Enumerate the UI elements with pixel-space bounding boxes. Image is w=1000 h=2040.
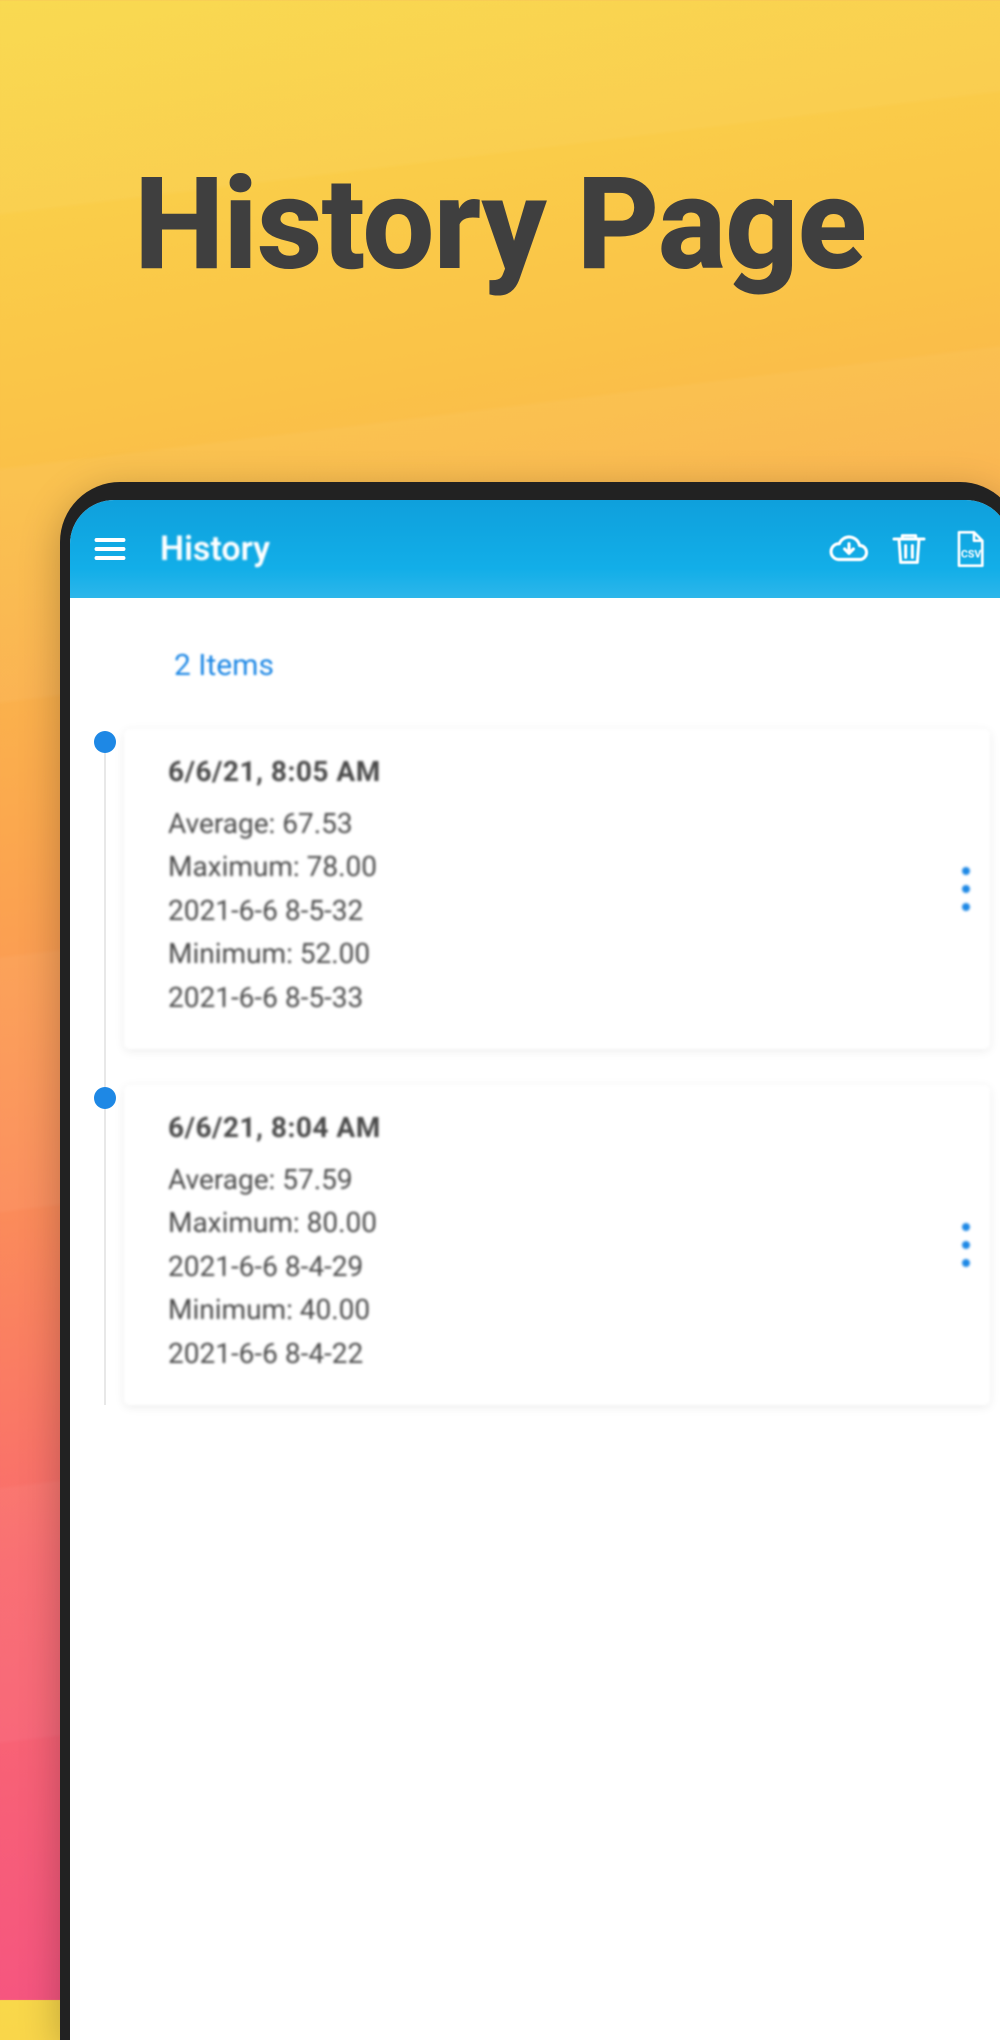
entry-line: Maximum: 78.00 [168, 845, 920, 888]
entry-line: 2021-6-6 8-4-29 [168, 1245, 920, 1288]
timeline-line [104, 747, 106, 1405]
history-timeline: 6/6/21, 8:05 AM Average: 67.53 Maximum: … [90, 729, 990, 1405]
content-area: 2 Items 6/6/21, 8:05 AM Average: 67.53 M… [70, 598, 1000, 1405]
entry-line: Average: 57.59 [168, 1158, 920, 1201]
svg-text:CSV: CSV [961, 547, 981, 560]
more-options-icon[interactable] [962, 867, 970, 911]
csv-export-icon[interactable]: CSV [946, 526, 992, 572]
entry-line: 2021-6-6 8-5-32 [168, 889, 920, 932]
phone-frame: History CSV [60, 482, 1000, 2040]
phone-screen: History CSV [70, 500, 1000, 2040]
entry-timestamp: 6/6/21, 8:05 AM [168, 755, 920, 788]
history-card[interactable]: 6/6/21, 8:04 AM Average: 57.59 Maximum: … [124, 1085, 990, 1405]
more-options-icon[interactable] [962, 1223, 970, 1267]
promo-title: History Page [0, 150, 1000, 300]
timeline-dot [94, 1087, 116, 1109]
history-card[interactable]: 6/6/21, 8:05 AM Average: 67.53 Maximum: … [124, 729, 990, 1049]
entry-timestamp: 6/6/21, 8:04 AM [168, 1111, 920, 1144]
appbar: History CSV [70, 500, 1000, 598]
entry-line: Average: 67.53 [168, 802, 920, 845]
entry-line: 2021-6-6 8-5-33 [168, 976, 920, 1019]
entry-line: Minimum: 52.00 [168, 932, 920, 975]
cloud-download-icon[interactable] [826, 526, 872, 572]
menu-icon[interactable] [88, 527, 132, 571]
timeline-dot [94, 731, 116, 753]
entry-line: Minimum: 40.00 [168, 1288, 920, 1331]
trash-icon[interactable] [886, 526, 932, 572]
appbar-title: History [160, 529, 826, 569]
entry-line: Maximum: 80.00 [168, 1201, 920, 1244]
history-entry: 6/6/21, 8:04 AM Average: 57.59 Maximum: … [124, 1085, 990, 1405]
history-entry: 6/6/21, 8:05 AM Average: 67.53 Maximum: … [124, 729, 990, 1049]
item-count-label: 2 Items [174, 648, 990, 683]
entry-line: 2021-6-6 8-4-22 [168, 1332, 920, 1375]
